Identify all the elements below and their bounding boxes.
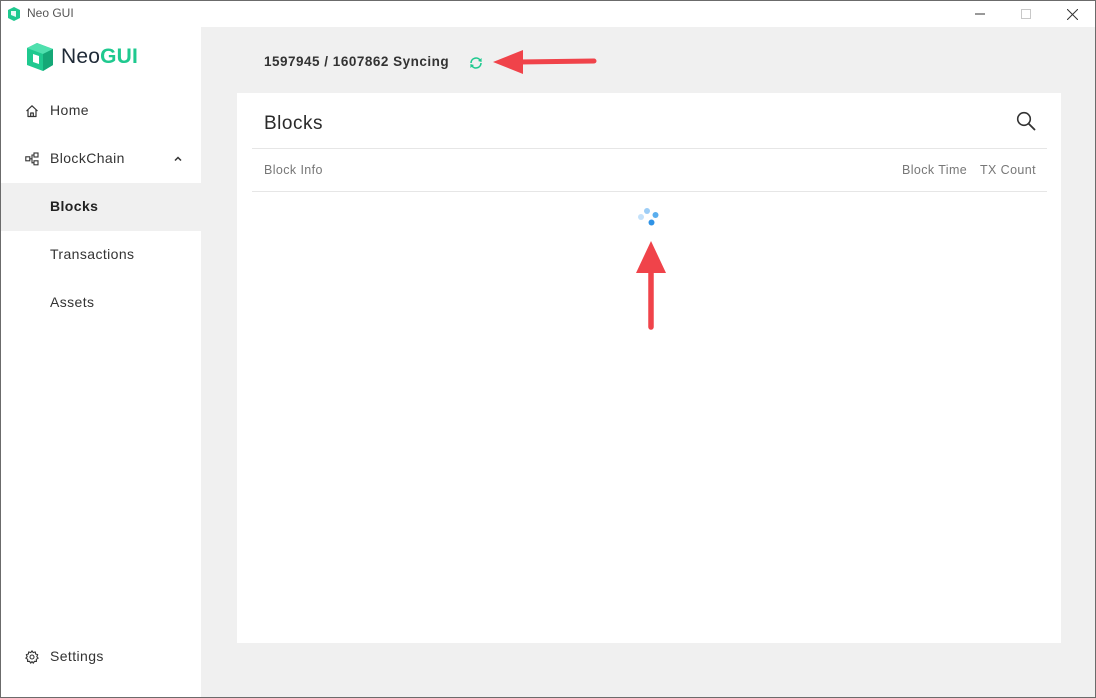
- main-content: 1597945 / 1607862 Syncing Blocks Block I…: [201, 27, 1095, 697]
- close-icon: [1066, 8, 1078, 20]
- minimize-button[interactable]: [957, 1, 1003, 27]
- brand-name-gui: GUI: [100, 45, 139, 68]
- sidebar-item-home[interactable]: Home: [1, 87, 201, 135]
- sidebar-item-label: Transactions: [50, 246, 135, 262]
- column-header-block-time: Block Time: [902, 163, 968, 177]
- maximize-icon: [1021, 9, 1031, 19]
- title-bar: Neo GUI: [1, 1, 1095, 27]
- maximize-button[interactable]: [1003, 1, 1049, 27]
- sidebar-item-blockchain[interactable]: BlockChain: [1, 135, 201, 183]
- sidebar: NeoGUI Home BlockChain Blocks Transactio…: [1, 27, 201, 697]
- annotation-arrow-left: [493, 50, 597, 74]
- sidebar-item-assets[interactable]: Assets: [1, 279, 201, 327]
- search-icon[interactable]: [1015, 110, 1037, 132]
- column-header-tx-count: TX Count: [980, 163, 1037, 177]
- app-logo-icon: [8, 7, 20, 21]
- loading-spinner-icon: [638, 208, 659, 226]
- sidebar-item-label: Settings: [50, 648, 104, 664]
- annotation-arrow-up: [636, 241, 666, 330]
- minimize-icon: [975, 13, 985, 15]
- sidebar-item-label: Blocks: [50, 198, 99, 214]
- blocks-panel: Blocks Block Info Block Time TX Count: [237, 93, 1061, 643]
- blockchain-icon: [25, 152, 39, 166]
- gear-icon: [25, 650, 39, 664]
- sidebar-item-label: Home: [50, 102, 89, 118]
- sidebar-item-label: BlockChain: [50, 150, 125, 166]
- app-window: Neo GUI NeoGUI Home BlockChain Blocks Tr…: [0, 0, 1096, 698]
- sync-icon: [470, 57, 482, 69]
- page-title: Blocks: [264, 113, 323, 134]
- close-button[interactable]: [1049, 1, 1095, 27]
- sidebar-item-settings[interactable]: Settings: [1, 633, 201, 681]
- brand-name-neo: Neo: [61, 45, 101, 68]
- home-icon: [26, 105, 38, 118]
- sidebar-item-label: Assets: [50, 294, 95, 310]
- chevron-up-icon: [174, 156, 182, 162]
- divider: [252, 148, 1047, 149]
- window-title: Neo GUI: [27, 6, 74, 20]
- divider: [252, 191, 1047, 192]
- neo-logo-icon: [27, 43, 53, 71]
- sidebar-item-transactions[interactable]: Transactions: [1, 231, 201, 279]
- sync-status-text: 1597945 / 1607862 Syncing: [264, 54, 450, 69]
- sidebar-item-blocks[interactable]: Blocks: [1, 183, 201, 231]
- brand-logo: NeoGUI: [25, 41, 138, 73]
- column-header-block-info: Block Info: [264, 163, 323, 177]
